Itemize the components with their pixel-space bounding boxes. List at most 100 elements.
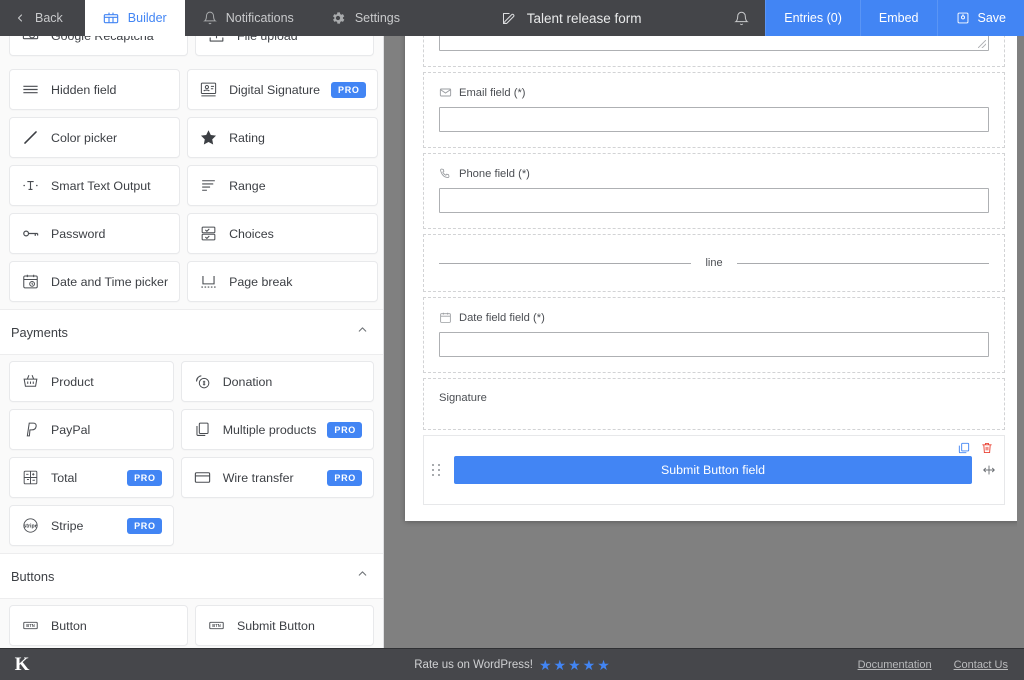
field-card-smart-text-output[interactable]: Smart Text Output [9,165,180,206]
fields-sidebar-scroll[interactable]: Google Recaptcha File upload [0,36,383,648]
alerts-button[interactable] [724,0,765,36]
form-field-submit-button[interactable]: Submit Button field [423,435,1005,505]
field-card-button[interactable]: BTN Button [9,605,188,646]
chevron-up-icon[interactable] [356,567,369,585]
fields-sidebar[interactable]: Google Recaptcha File upload [0,36,384,648]
field-card-hidden-field[interactable]: Hidden field [9,69,180,110]
calculator-icon [21,468,40,487]
canvas-scrollbar[interactable] [1017,36,1024,648]
field-card-google-recaptcha[interactable]: Google Recaptcha [9,36,188,56]
field-card-color-picker[interactable]: Color picker [9,117,180,158]
star-icon[interactable]: ★ [539,658,552,672]
form-canvas[interactable]: Email field (*) Phone field (*) line [384,36,1024,648]
textarea-input[interactable] [439,36,989,51]
form-field-signature[interactable]: Signature [423,378,1005,430]
duplicate-icon[interactable] [957,441,971,455]
back-label: Back [35,11,63,25]
field-card-page-break[interactable]: Page break [187,261,378,302]
recaptcha-icon [21,36,40,45]
chevron-up-icon[interactable] [356,323,369,341]
svg-text:BTN: BTN [212,623,220,628]
field-card-rating[interactable]: Rating [187,117,378,158]
field-label: Phone field (*) [459,168,530,180]
entries-button[interactable]: Entries (0) [765,0,860,36]
svg-text:stripe: stripe [23,523,37,529]
field-card-label: File upload [237,36,362,43]
calendar-clock-icon [21,272,40,291]
field-card-label: Color picker [51,131,168,145]
section-header-buttons[interactable]: Buttons [0,553,383,599]
date-field-input[interactable] [439,332,989,357]
field-card-choices[interactable]: Choices [187,213,378,254]
documentation-link[interactable]: Documentation [858,659,932,671]
tab-builder-label: Builder [128,11,167,25]
phone-field-input[interactable] [439,188,989,213]
form-title-area[interactable]: Talent release form [487,0,656,36]
field-card-label: Page break [229,275,366,289]
calendar-icon [439,311,452,324]
field-card-total[interactable]: Total PRO [9,457,174,498]
top-navigation-bar: Back Builder Notifications Se [0,0,1024,36]
email-field-input[interactable] [439,107,989,132]
field-card-range[interactable]: Range [187,165,378,206]
form-field-email[interactable]: Email field (*) [423,72,1005,148]
btn-icon: BTN [207,616,226,635]
tab-notifications[interactable]: Notifications [185,0,312,36]
star-icon[interactable]: ★ [568,658,581,672]
paypal-icon [21,420,40,439]
field-card-multiple-products[interactable]: Multiple products PRO [181,409,374,450]
trash-icon[interactable] [980,441,994,455]
divider-line-right [737,263,989,264]
submit-button[interactable]: Submit Button field [454,456,972,484]
section-title: Buttons [11,569,54,584]
field-card-password[interactable]: Password [9,213,180,254]
stripe-icon: stripe [21,516,40,535]
save-button[interactable]: Save [937,0,1024,36]
rating-stars[interactable]: ★ ★ ★ ★ ★ [539,658,610,672]
copy-stack-icon [193,420,212,439]
section-header-payments[interactable]: Payments [0,309,383,355]
fields-grid-buttons: BTN Button BTN Submit Button [0,599,383,648]
footer-rate-area: Rate us on WordPress! ★ ★ ★ ★ ★ [414,658,610,672]
tab-settings[interactable]: Settings [312,0,418,36]
drag-handle-icon[interactable] [432,464,441,476]
form-field-divider[interactable]: line [423,234,1005,292]
resize-horizontal-icon[interactable] [981,463,997,477]
field-card-paypal[interactable]: PayPal [9,409,174,450]
envelope-icon [439,86,452,99]
field-card-file-upload[interactable]: File upload [195,36,374,56]
footer-bar: K Rate us on WordPress! ★ ★ ★ ★ ★ Docume… [0,648,1024,680]
phone-icon [439,167,452,180]
range-icon [199,176,218,195]
field-card-label: Wire transfer [223,471,317,485]
fields-grid-payments: Product Donation [0,355,383,553]
form-field-phone[interactable]: Phone field (*) [423,153,1005,229]
field-card-label: Total [51,471,116,485]
star-icon[interactable]: ★ [597,658,610,672]
tab-builder[interactable]: Builder [85,0,185,36]
star-icon[interactable]: ★ [554,658,567,672]
grid-empty-cell [181,505,374,546]
field-card-digital-signature[interactable]: Digital Signature PRO [187,69,378,110]
field-card-date-and-time-picker[interactable]: Date and Time picker [9,261,180,302]
back-button[interactable]: Back [0,0,85,36]
pro-badge: PRO [127,518,162,534]
field-card-submit-button[interactable]: BTN Submit Button [195,605,374,646]
tab-notifications-label: Notifications [226,11,294,25]
pro-badge: PRO [327,470,362,486]
embed-button[interactable]: Embed [860,0,937,36]
form-field-date[interactable]: Date field field (*) [423,297,1005,373]
field-card-wire-transfer[interactable]: Wire transfer PRO [181,457,374,498]
form-field-textarea[interactable] [423,36,1005,67]
contact-us-link[interactable]: Contact Us [954,659,1008,671]
star-icon[interactable]: ★ [583,658,596,672]
smart-text-icon [21,176,40,195]
field-toolbar [957,441,994,455]
field-card-product[interactable]: Product [9,361,174,402]
field-card-donation[interactable]: Donation [181,361,374,402]
field-card-label: Choices [229,227,366,241]
field-card-label: Smart Text Output [51,179,168,193]
field-card-label: Button [51,619,176,633]
field-label: Signature [439,392,487,404]
field-card-stripe[interactable]: stripe Stripe PRO [9,505,174,546]
